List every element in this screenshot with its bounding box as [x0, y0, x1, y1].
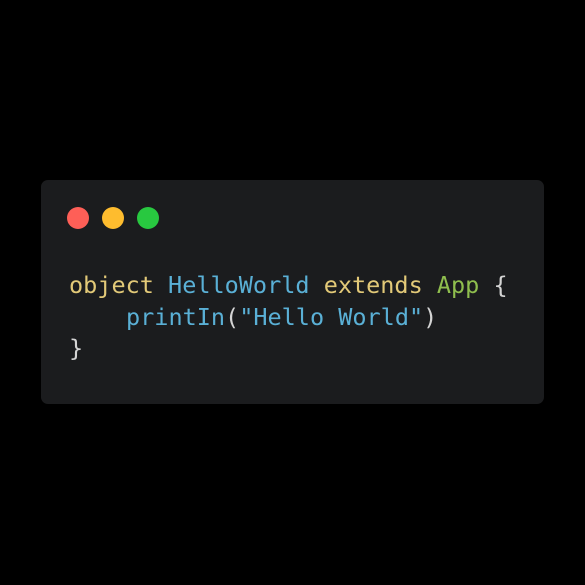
code-line-1: object HelloWorld extends App { — [69, 270, 508, 302]
string-literal: "Hello World" — [239, 302, 424, 331]
close-brace: } — [69, 334, 84, 362]
code-window: object HelloWorld extends App {printIn("… — [41, 180, 544, 404]
keyword-extends: extends — [323, 271, 423, 299]
class-name: HelloWorld — [168, 271, 310, 299]
code-block: object HelloWorld extends App {printIn("… — [69, 270, 508, 365]
keyword-object: object — [69, 271, 154, 299]
code-line-2: printIn("Hello World") — [69, 302, 508, 334]
close-paren: ) — [423, 302, 438, 331]
window-controls — [67, 207, 159, 229]
open-paren: ( — [225, 302, 240, 331]
maximize-dot-icon[interactable] — [137, 207, 159, 229]
minimize-dot-icon[interactable] — [102, 207, 124, 229]
parent-type: App — [436, 271, 480, 299]
code-line-3: } — [69, 333, 508, 365]
function-name: printIn — [126, 302, 226, 331]
close-dot-icon[interactable] — [67, 207, 89, 229]
canvas: object HelloWorld extends App {printIn("… — [0, 0, 585, 585]
open-brace: { — [493, 271, 508, 299]
